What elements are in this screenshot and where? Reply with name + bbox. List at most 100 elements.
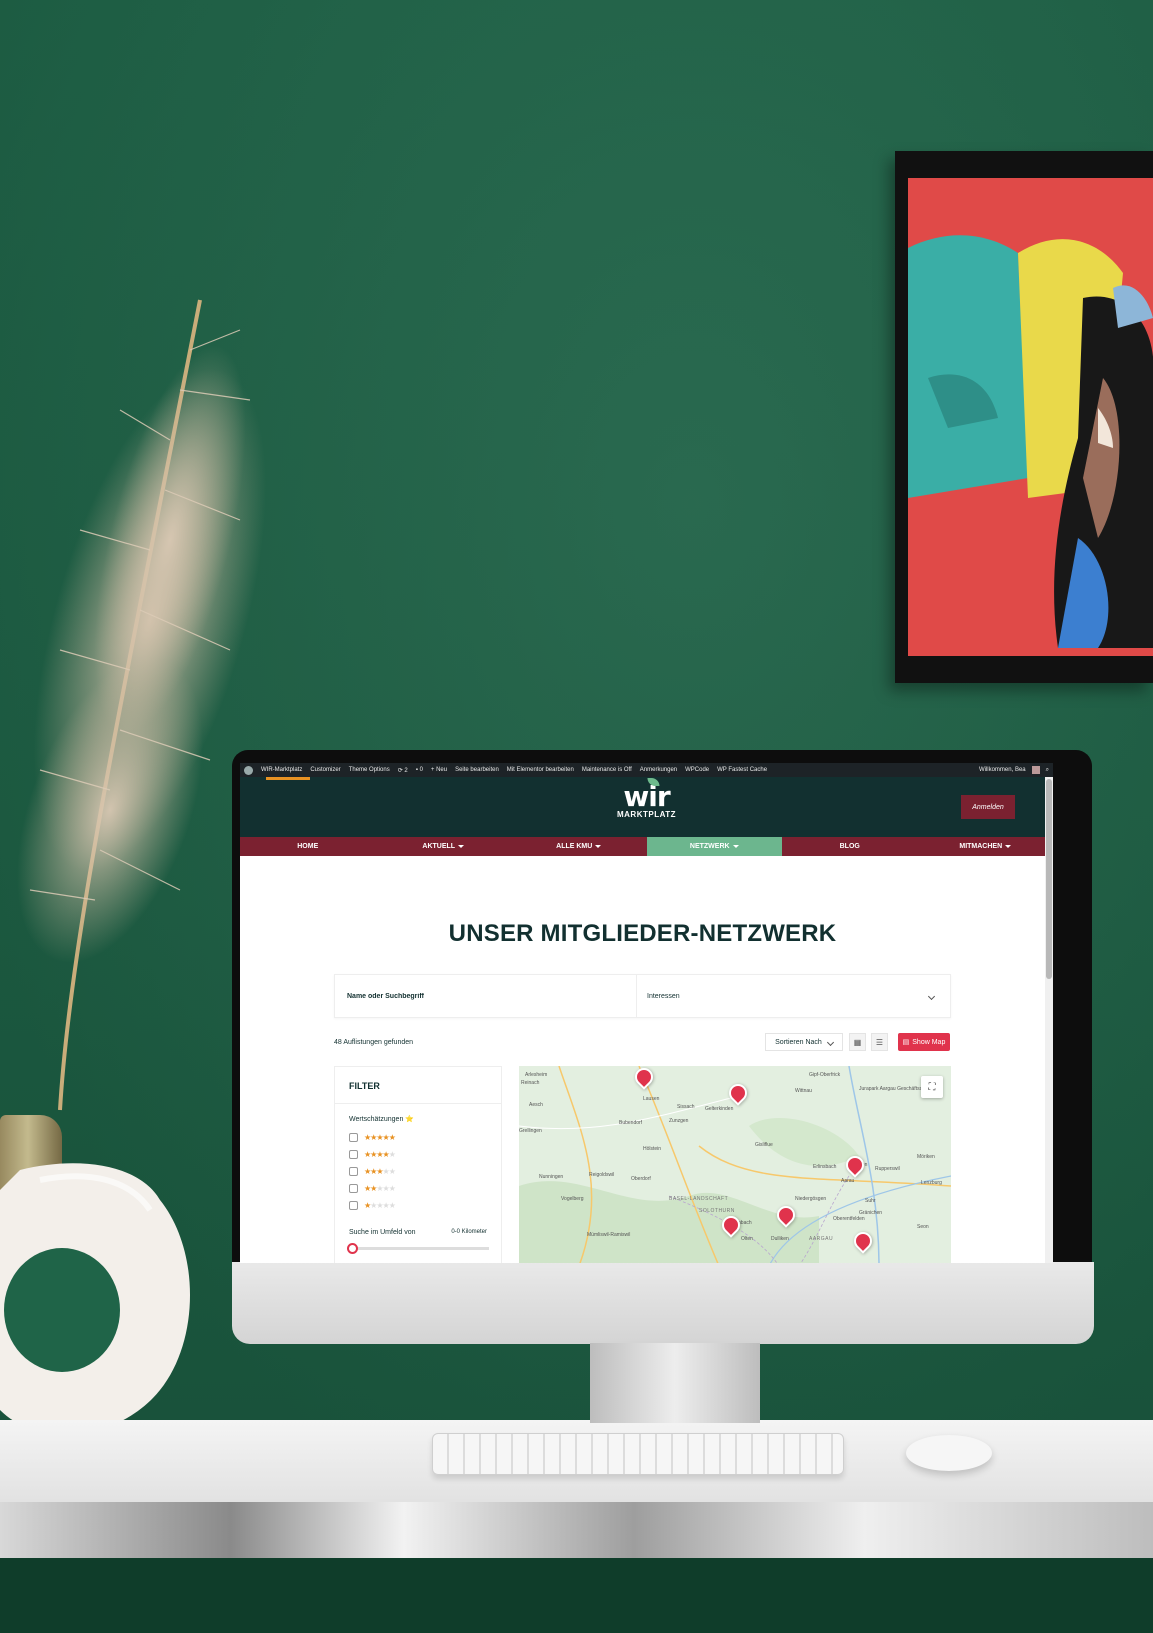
- nav-label: AKTUELL: [422, 843, 456, 850]
- admin-greeting[interactable]: Willkommen, Bea: [979, 767, 1026, 773]
- map-place-label: Hölstein: [643, 1146, 662, 1152]
- framed-painting: [895, 151, 1153, 683]
- login-button[interactable]: Anmelden: [961, 795, 1015, 819]
- map-place-label: Nunningen: [539, 1174, 564, 1180]
- new-label: Neu: [436, 767, 448, 773]
- ratings-label: Wertschätzungen ⭐: [349, 1116, 415, 1123]
- monitor-screen: WIR-Marktplatz Customizer Theme Options …: [240, 763, 1053, 1263]
- rating-checkbox[interactable]: [349, 1150, 358, 1159]
- rating-filter-row[interactable]: ★★★★★: [349, 1167, 396, 1176]
- radius-slider-handle[interactable]: [347, 1243, 358, 1254]
- map-place-label: Oberdorf: [631, 1176, 651, 1182]
- page-title: UNSER MITGLIEDER-NETZWERK: [448, 920, 837, 947]
- map-place-label: Sissach: [677, 1104, 695, 1110]
- admin-wpcode[interactable]: WPCode: [685, 767, 709, 773]
- site-logo[interactable]: wir MARKTPLATZ: [616, 778, 677, 819]
- map-place-label: Gränichen: [859, 1210, 883, 1216]
- search-input[interactable]: [335, 975, 637, 1017]
- avatar[interactable]: [1031, 766, 1040, 774]
- interests-select[interactable]: Interessen: [637, 992, 950, 1000]
- nav-item-mitmachen[interactable]: MITMACHEN: [918, 837, 1054, 856]
- search-icon[interactable]: ⌕: [1046, 767, 1049, 774]
- star-rating-icon: ★★★★★: [364, 1133, 396, 1142]
- admin-notes[interactable]: Anmerkungen: [640, 767, 677, 773]
- rating-filter-row[interactable]: ★★★★★: [349, 1150, 396, 1159]
- map-place-label: Olten: [741, 1236, 753, 1242]
- admin-customizer[interactable]: Customizer: [310, 767, 340, 773]
- nav-item-netzwerk[interactable]: NETZWERK: [646, 837, 782, 856]
- admin-site-link[interactable]: WIR-Marktplatz: [261, 767, 302, 773]
- scrollbar-thumb[interactable]: [1046, 779, 1052, 979]
- rating-checkbox[interactable]: [349, 1167, 358, 1176]
- map-place-label: Oberentfelden: [833, 1216, 865, 1222]
- map-place-label: Lausen: [643, 1096, 660, 1102]
- rating-filter-row[interactable]: ★★★★★: [349, 1184, 396, 1193]
- star-rating-icon: ★★★★★: [364, 1150, 396, 1159]
- filter-title: FILTER: [349, 1081, 380, 1091]
- admin-cache[interactable]: WP Fastest Cache: [717, 767, 767, 773]
- map-place-label: Reigoldswil: [589, 1172, 615, 1178]
- grid-view-button[interactable]: ▦: [849, 1033, 866, 1051]
- fullscreen-button[interactable]: ⛶: [921, 1076, 943, 1098]
- nav-label: NETZWERK: [689, 843, 730, 850]
- map-place-label: Grellingen: [519, 1128, 542, 1134]
- nav-item-aktuell[interactable]: AKTUELL: [376, 837, 512, 856]
- map-place-label: Möriken: [917, 1154, 935, 1160]
- nav-item-home[interactable]: HOME: [240, 837, 376, 856]
- map-place-label: Bubendorf: [619, 1120, 643, 1126]
- show-map-label: Show Map: [912, 1038, 946, 1046]
- logo-subtitle: MARKTPLATZ: [616, 810, 677, 819]
- map-place-label: Wittnau: [795, 1088, 812, 1094]
- admin-elementor[interactable]: Mit Elementor bearbeiten: [507, 767, 574, 773]
- scrollbar[interactable]: [1045, 777, 1053, 1263]
- map-place-label: Erlinsbach: [813, 1164, 837, 1170]
- admin-theme-options[interactable]: Theme Options: [349, 767, 390, 773]
- ring-vase: [0, 1163, 190, 1435]
- updates-count: 2: [404, 767, 408, 774]
- mouse: [906, 1435, 992, 1471]
- show-map-button[interactable]: ▤ Show Map: [898, 1033, 950, 1051]
- admin-new[interactable]: + Neu: [431, 767, 447, 773]
- interests-label: Interessen: [647, 992, 680, 1000]
- comments-count: 0: [419, 767, 423, 773]
- map-place-label: Gelterkinden: [705, 1106, 734, 1112]
- filter-panel: FILTER Wertschätzungen ⭐ ★★★★★ ★★★★★ ★★★★★…: [334, 1066, 502, 1263]
- caret-down-icon: [595, 845, 602, 848]
- admin-updates[interactable]: ⟳ 2: [398, 767, 408, 774]
- nav-label: MITMACHEN: [959, 843, 1003, 850]
- rating-checkbox[interactable]: [349, 1201, 358, 1210]
- admin-maintenance[interactable]: Maintenance is Off: [582, 767, 632, 773]
- wordpress-icon[interactable]: [244, 765, 253, 775]
- rating-checkbox[interactable]: [349, 1184, 358, 1193]
- sort-label: Sortieren Nach: [775, 1038, 822, 1046]
- list-icon: ☰: [875, 1037, 884, 1047]
- logo-word: wir: [623, 780, 670, 813]
- caret-down-icon: [1005, 845, 1012, 848]
- admin-comments[interactable]: ▪ 0: [416, 767, 423, 773]
- sort-select[interactable]: Sortieren Nach: [765, 1033, 843, 1051]
- rating-filter-row[interactable]: ★★★★★: [349, 1133, 396, 1142]
- map-place-label: Aesch: [529, 1102, 543, 1108]
- nav-item-blog[interactable]: BLOG: [782, 837, 918, 856]
- map-view[interactable]: Arlesheim Reinach Aesch Grellingen Bubendorf…: [519, 1066, 951, 1263]
- map-place-label: Gipf-Oberfrick: [809, 1072, 841, 1078]
- monitor-stand: [590, 1343, 760, 1423]
- rating-filter-row[interactable]: ★★★★★: [349, 1201, 396, 1210]
- radius-slider[interactable]: [349, 1247, 489, 1250]
- map-place-label: Reinach: [521, 1080, 540, 1086]
- nav-label: ALLE KMU: [556, 843, 593, 850]
- map-place-label: SOLOTHURN: [699, 1208, 735, 1214]
- nav-label: BLOG: [839, 843, 860, 850]
- rating-checkbox[interactable]: [349, 1133, 358, 1142]
- desk-edge: [0, 1502, 1153, 1558]
- nav-label: HOME: [297, 843, 319, 850]
- star-rating-icon: ★★★★★: [364, 1201, 396, 1210]
- search-bar: Interessen: [334, 974, 951, 1018]
- radius-label: Suche im Umfeld von: [349, 1229, 416, 1236]
- list-view-button[interactable]: ☰: [871, 1033, 888, 1051]
- map-place-label: Lenzburg: [921, 1180, 942, 1186]
- map-place-label: Rupperswil: [875, 1166, 900, 1172]
- nav-item-alle-kmu[interactable]: ALLE KMU: [511, 837, 647, 856]
- admin-edit-page[interactable]: Seite bearbeiten: [455, 767, 499, 773]
- map-place-label: Vogelberg: [561, 1196, 584, 1202]
